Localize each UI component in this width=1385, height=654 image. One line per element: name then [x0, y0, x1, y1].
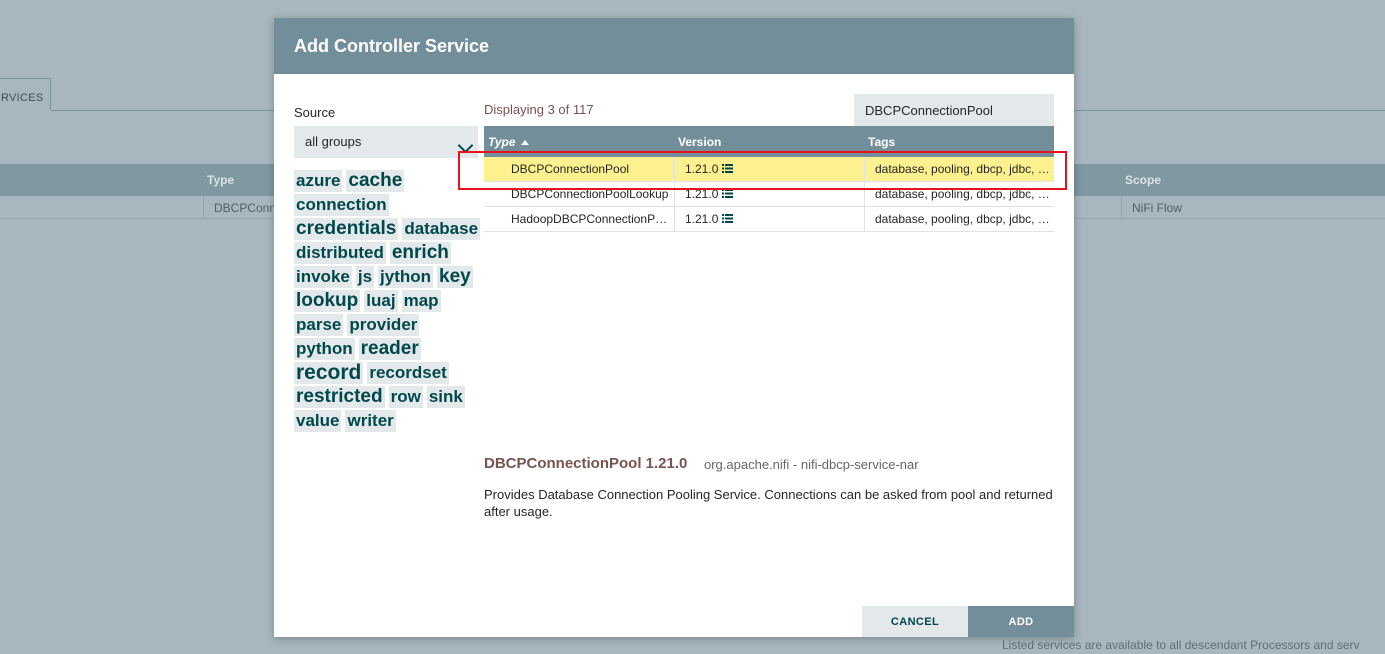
- tag-azure[interactable]: azure: [294, 170, 343, 192]
- column-divider: [674, 207, 675, 231]
- selected-service-bundle: org.apache.nifi - nifi-dbcp-service-nar: [704, 457, 919, 472]
- tag-value[interactable]: value: [294, 410, 342, 432]
- tag-cache[interactable]: cache: [346, 170, 405, 192]
- tag-sink[interactable]: sink: [426, 386, 465, 408]
- add-controller-service-dialog: Add Controller Service Source all groups…: [274, 18, 1074, 637]
- service-tags-cell: database, pooling, dbcp, jdbc, c...: [875, 212, 1051, 226]
- service-scope-cell: NiFi Flow: [1132, 201, 1182, 215]
- services-footer-note: Listed services are available to all des…: [1002, 638, 1360, 652]
- scope-column-header[interactable]: Scope: [1125, 173, 1161, 187]
- column-divider: [1121, 196, 1122, 218]
- tag-restricted[interactable]: restricted: [294, 386, 385, 408]
- type-column-header[interactable]: Type: [207, 173, 234, 187]
- selected-service-title: DBCPConnectionPool 1.21.0: [484, 455, 688, 472]
- usage-list-icon[interactable]: [722, 214, 734, 224]
- cancel-button[interactable]: CANCEL: [862, 606, 968, 637]
- tag-writer[interactable]: writer: [345, 410, 396, 432]
- selected-service-description: Provides Database Connection Pooling Ser…: [484, 487, 1053, 519]
- version-column-header[interactable]: Version: [678, 135, 721, 149]
- tag-luaj[interactable]: luaj: [364, 290, 398, 312]
- tag-jython[interactable]: jython: [378, 266, 434, 288]
- tag-parse[interactable]: parse: [294, 314, 344, 336]
- sort-ascending-icon: [520, 140, 529, 146]
- tags-column-header[interactable]: Tags: [868, 135, 895, 149]
- tag-row[interactable]: row: [388, 386, 423, 408]
- source-label: Source: [294, 105, 336, 120]
- controller-services-tab[interactable]: RVICES: [0, 78, 51, 110]
- tag-reader[interactable]: reader: [358, 338, 421, 360]
- selected-row-highlight-box: [458, 151, 1067, 190]
- dialog-title: Add Controller Service: [294, 36, 490, 56]
- tag-key[interactable]: key: [437, 266, 473, 288]
- tag-invoke[interactable]: invoke: [294, 266, 352, 288]
- column-divider: [203, 196, 204, 218]
- tag-provider[interactable]: provider: [347, 314, 420, 336]
- tag-cloud: azure cache connection credentials database d…: [294, 170, 484, 434]
- tag-credentials[interactable]: credentials: [294, 218, 399, 240]
- tag-connection[interactable]: connection: [294, 194, 389, 216]
- tag-record[interactable]: record: [294, 362, 364, 384]
- service-type-cell: DBCPConne: [214, 201, 283, 215]
- add-button[interactable]: ADD: [968, 606, 1074, 637]
- tag-database[interactable]: database: [402, 218, 481, 240]
- tag-lookup[interactable]: lookup: [294, 290, 361, 312]
- tag-js[interactable]: js: [355, 266, 375, 288]
- source-group-select[interactable]: all groups: [294, 126, 478, 158]
- tag-enrich[interactable]: enrich: [389, 242, 451, 264]
- filter-input[interactable]: [854, 94, 1054, 126]
- usage-list-icon[interactable]: [722, 189, 734, 199]
- tag-recordset[interactable]: recordset: [367, 362, 449, 384]
- tag-distributed[interactable]: distributed: [294, 242, 386, 264]
- column-divider: [864, 207, 865, 231]
- displaying-count: Displaying 3 of 117: [484, 102, 594, 117]
- source-selected-value: all groups: [305, 134, 362, 149]
- tag-python[interactable]: python: [294, 338, 355, 360]
- table-row[interactable]: HadoopDBCPConnectionPool 1.21.0 database, …: [484, 207, 1054, 232]
- service-version-cell: 1.21.0: [685, 212, 860, 226]
- service-type-cell: HadoopDBCPConnectionPool: [511, 212, 671, 226]
- type-column-header[interactable]: Type: [488, 135, 529, 149]
- dialog-header: Add Controller Service: [274, 18, 1074, 74]
- tag-map[interactable]: map: [401, 290, 441, 312]
